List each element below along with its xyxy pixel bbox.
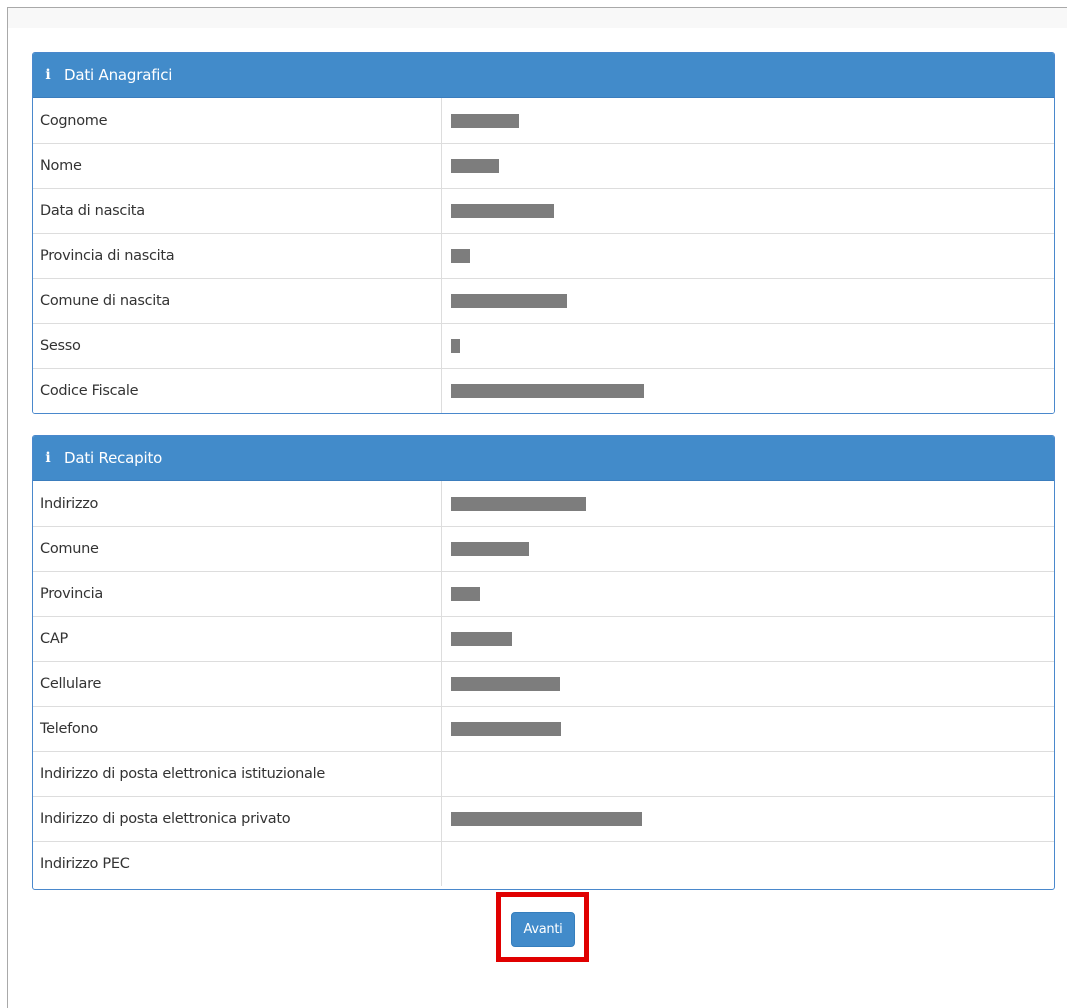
field-value-comune [442, 527, 1054, 571]
field-value-cap [442, 617, 1054, 661]
redacted-value [451, 496, 586, 511]
table-row: Cognome [33, 98, 1054, 143]
redacted-value [451, 249, 470, 263]
field-value-indirizzo [442, 481, 1054, 526]
field-label-email-istituzionale: Indirizzo di posta elettronica istituzio… [33, 752, 442, 796]
table-row: Comune di nascita [33, 278, 1054, 323]
redacted-value [451, 812, 642, 826]
field-label-cap: CAP [33, 617, 442, 661]
field-label-sesso: Sesso [33, 324, 442, 368]
field-value-email-istituzionale [442, 752, 1054, 796]
field-label-codice-fiscale: Codice Fiscale [33, 369, 442, 413]
field-label-comune: Comune [33, 527, 442, 571]
next-button[interactable]: Avanti [511, 912, 575, 947]
field-value-sesso [442, 324, 1054, 368]
table-row: Indirizzo [33, 481, 1054, 526]
field-label-pec: Indirizzo PEC [33, 842, 442, 886]
field-label-data-di-nascita: Data di nascita [33, 189, 442, 233]
table-row: Comune [33, 526, 1054, 571]
field-value-provincia [442, 572, 1054, 616]
field-label-provincia-di-nascita: Provincia di nascita [33, 234, 442, 278]
table-row: CAP [33, 616, 1054, 661]
top-band [8, 8, 1067, 28]
field-label-comune-di-nascita: Comune di nascita [33, 279, 442, 323]
field-value-codice-fiscale [442, 369, 1054, 413]
field-value-cognome [442, 98, 1054, 143]
field-value-data-di-nascita [442, 189, 1054, 233]
table-row: Nome [33, 143, 1054, 188]
field-label-nome: Nome [33, 144, 442, 188]
redacted-value [451, 587, 480, 601]
redacted-value [451, 204, 554, 218]
redacted-value [451, 113, 519, 128]
field-value-nome [442, 144, 1054, 188]
info-icon: i [45, 67, 51, 83]
field-label-email-privato: Indirizzo di posta elettronica privato [33, 797, 442, 841]
field-value-email-privato [442, 797, 1054, 841]
table-row: Provincia [33, 571, 1054, 616]
panel-heading-recapito: i Dati Recapito [33, 436, 1054, 481]
table-row: Data di nascita [33, 188, 1054, 233]
field-value-comune-di-nascita [442, 279, 1054, 323]
table-row: Telefono [33, 706, 1054, 751]
panel-title-recapito: Dati Recapito [64, 449, 163, 467]
table-row: Cellulare [33, 661, 1054, 706]
field-value-telefono [442, 707, 1054, 751]
panel-heading-anagrafici: i Dati Anagrafici [33, 53, 1054, 98]
redacted-value [451, 677, 560, 691]
panel-dati-recapito: i Dati Recapito Indirizzo Comune Provinc… [32, 435, 1055, 890]
table-row: Provincia di nascita [33, 233, 1054, 278]
table-row: Sesso [33, 323, 1054, 368]
highlight-box: Avanti [496, 892, 589, 962]
table-row: Indirizzo di posta elettronica privato [33, 796, 1054, 841]
table-row: Codice Fiscale [33, 368, 1054, 413]
table-row: Indirizzo di posta elettronica istituzio… [33, 751, 1054, 796]
field-label-cognome: Cognome [33, 98, 442, 143]
redacted-value [451, 542, 529, 556]
info-icon: i [45, 450, 51, 466]
field-label-telefono: Telefono [33, 707, 442, 751]
field-label-indirizzo: Indirizzo [33, 481, 442, 526]
redacted-value [451, 159, 499, 173]
panel-dati-anagrafici: i Dati Anagrafici Cognome Nome Data di n… [32, 52, 1055, 414]
field-value-provincia-di-nascita [442, 234, 1054, 278]
redacted-value [451, 384, 644, 398]
panel-title-anagrafici: Dati Anagrafici [64, 66, 173, 84]
field-value-cellulare [442, 662, 1054, 706]
redacted-value [451, 294, 567, 308]
table-row: Indirizzo PEC [33, 841, 1054, 886]
field-label-cellulare: Cellulare [33, 662, 442, 706]
field-value-pec [442, 842, 1054, 886]
redacted-value [451, 722, 561, 736]
redacted-value [451, 632, 512, 646]
field-label-provincia: Provincia [33, 572, 442, 616]
redacted-value [451, 339, 460, 353]
